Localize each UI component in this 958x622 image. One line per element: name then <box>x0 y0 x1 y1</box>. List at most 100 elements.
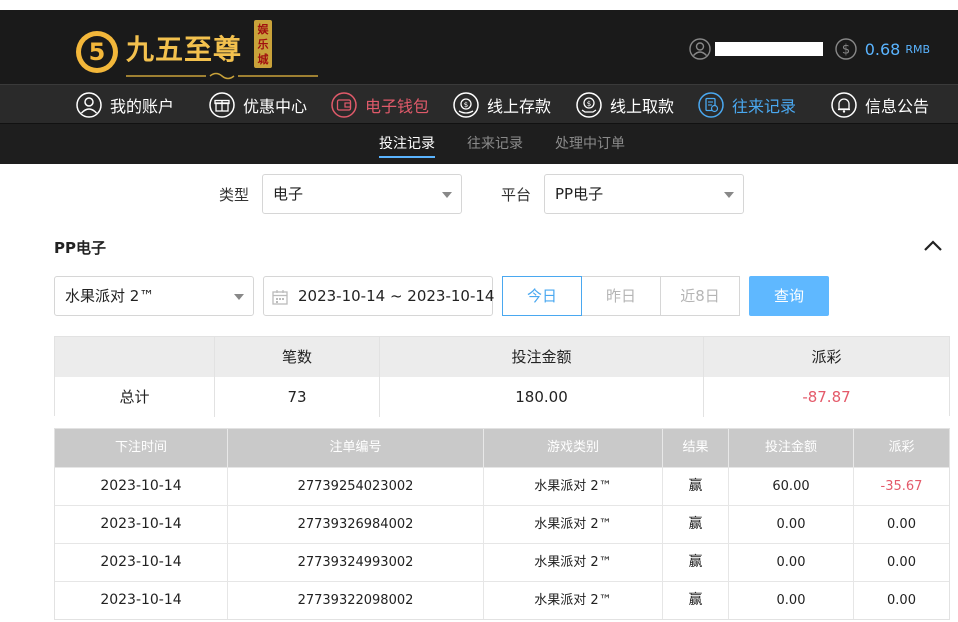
coin-icon: $ <box>834 38 857 60</box>
account-info: $ 0.68 RMB <box>688 36 930 62</box>
tab-pending-orders[interactable]: 处理中订单 <box>555 124 625 164</box>
game-select-value: 水果派对 2™ <box>65 287 155 305</box>
col-header-payout[interactable]: 派彩 <box>854 429 949 467</box>
section-title: PP电子 <box>54 239 106 257</box>
col-header-order-id[interactable]: 注单编号 <box>228 429 484 467</box>
cell-bet-time: 2023-10-14 <box>55 468 228 505</box>
deposit-icon: $ <box>453 92 479 118</box>
table-row[interactable]: 2023-10-14 27739324993002 水果派对 2™ 赢 0.00… <box>55 543 949 581</box>
cell-order-id: 27739324993002 <box>228 544 484 581</box>
withdraw-icon: $ <box>576 92 602 118</box>
username-redacted <box>714 42 823 56</box>
date-range-input[interactable]: 2023-10-14 ~ 2023-10-14 <box>263 276 495 316</box>
user-icon <box>76 92 102 118</box>
cell-game-type: 水果派对 2™ <box>484 544 663 581</box>
svg-text:$: $ <box>842 43 850 58</box>
svg-text:$: $ <box>464 101 468 109</box>
cell-payout: -35.67 <box>880 479 923 494</box>
cell-game-type: 水果派对 2™ <box>484 506 663 543</box>
date-range-value: 2023-10-14 ~ 2023-10-14 <box>298 287 495 305</box>
chevron-down-icon <box>234 294 244 300</box>
cell-result: 赢 <box>663 468 729 505</box>
brand-name: 九五至尊 <box>126 33 243 66</box>
game-select[interactable]: 水果派对 2™ <box>54 276 254 316</box>
summary-count-value: 73 <box>215 377 380 417</box>
calendar-icon <box>272 290 288 305</box>
summary-total-row: 总计 73 180.00 -87.87 <box>55 377 949 417</box>
summary-bet-value: 180.00 <box>380 377 704 417</box>
summary-table: 笔数 投注金额 派彩 总计 73 180.00 -87.87 <box>54 336 950 417</box>
cell-bet-time: 2023-10-14 <box>55 544 228 581</box>
logo-mark-icon: 5 <box>76 31 118 73</box>
quick-yesterday-button[interactable]: 昨日 <box>581 276 661 316</box>
cell-bet-amount: 0.00 <box>729 544 854 581</box>
query-button[interactable]: 查询 <box>749 276 829 316</box>
col-header-result[interactable]: 结果 <box>663 429 729 467</box>
cell-bet-amount: 0.00 <box>729 582 854 619</box>
summary-header-row: 笔数 投注金额 派彩 <box>55 337 949 377</box>
chevron-down-icon <box>724 192 734 198</box>
main-nav: 我的账户 优惠中心 电子钱包 $ 线上存款 $ 线上取款 往来记录 信息公告 <box>0 84 958 124</box>
cell-order-id: 27739254023002 <box>228 468 484 505</box>
cell-game-type: 水果派对 2™ <box>484 468 663 505</box>
nav-transaction-records[interactable]: 往来记录 <box>698 85 796 125</box>
summary-header-count: 笔数 <box>215 337 380 377</box>
nav-my-account[interactable]: 我的账户 <box>76 85 174 125</box>
bell-icon <box>831 92 857 118</box>
col-header-bet-time[interactable]: 下注时间 <box>55 429 228 467</box>
summary-header-bet: 投注金额 <box>380 337 704 377</box>
cell-order-id: 27739326984002 <box>228 506 484 543</box>
cell-bet-amount: 60.00 <box>729 468 854 505</box>
logo-ornament-icon <box>126 72 318 80</box>
cell-payout: 0.00 <box>887 517 916 532</box>
summary-header-payout: 派彩 <box>811 348 842 366</box>
col-header-game-type[interactable]: 游戏类别 <box>484 429 663 467</box>
cell-result: 赢 <box>663 506 729 543</box>
cell-game-type: 水果派对 2™ <box>484 582 663 619</box>
cell-result: 赢 <box>663 582 729 619</box>
type-select[interactable]: 电子 <box>262 174 462 214</box>
summary-header-blank <box>55 337 215 377</box>
tab-bet-records[interactable]: 投注记录 <box>379 124 435 164</box>
summary-payout-value: -87.87 <box>802 388 851 406</box>
balance-currency: RMB <box>905 42 930 56</box>
quick-8days-button[interactable]: 近8日 <box>660 276 740 316</box>
chevron-up-icon[interactable] <box>922 236 944 256</box>
nav-promotions[interactable]: 优惠中心 <box>209 85 307 125</box>
nav-online-withdraw[interactable]: $ 线上取款 <box>576 85 674 125</box>
nav-e-wallet[interactable]: 电子钱包 <box>331 85 429 125</box>
chevron-down-icon <box>442 192 452 198</box>
records-icon <box>698 92 724 118</box>
cell-order-id: 27739322098002 <box>228 582 484 619</box>
quick-today-button[interactable]: 今日 <box>502 276 582 316</box>
quick-date-group: 今日 昨日 近8日 <box>502 276 740 316</box>
records-header-row: 下注时间 注单编号 游戏类别 结果 投注金额 派彩 <box>55 429 949 467</box>
cell-payout: 0.00 <box>887 593 916 608</box>
cell-bet-amount: 0.00 <box>729 506 854 543</box>
svg-text:$: $ <box>587 100 591 108</box>
col-header-bet-amount[interactable]: 投注金额 <box>729 429 854 467</box>
summary-total-label: 总计 <box>55 377 215 417</box>
platform-select-value: PP电子 <box>555 185 604 203</box>
cell-bet-time: 2023-10-14 <box>55 506 228 543</box>
svg-text:5: 5 <box>89 38 106 66</box>
nav-online-deposit[interactable]: $ 线上存款 <box>453 85 551 125</box>
table-row[interactable]: 2023-10-14 27739326984002 水果派对 2™ 赢 0.00… <box>55 505 949 543</box>
brand-seal: 娱乐城 <box>254 20 272 68</box>
platform-label: 平台 <box>501 186 532 204</box>
table-row[interactable]: 2023-10-14 27739254023002 水果派对 2™ 赢 60.0… <box>55 467 949 505</box>
cell-result: 赢 <box>663 544 729 581</box>
type-label: 类型 <box>219 186 250 204</box>
balance-amount: 0.68 <box>864 39 901 59</box>
tab-transaction-records[interactable]: 往来记录 <box>467 124 523 164</box>
platform-select[interactable]: PP电子 <box>544 174 744 214</box>
sub-tabs: 投注记录 往来记录 处理中订单 <box>0 124 958 164</box>
gift-icon <box>209 92 235 118</box>
type-select-value: 电子 <box>273 185 304 203</box>
avatar-icon[interactable] <box>688 38 711 60</box>
cell-payout: 0.00 <box>887 555 916 570</box>
top-bar: 5 九五至尊 娱乐城 $ 0.68 RMB <box>0 0 958 84</box>
records-table: 下注时间 注单编号 游戏类别 结果 投注金额 派彩 2023-10-14 277… <box>54 428 950 620</box>
nav-announcements[interactable]: 信息公告 <box>831 85 929 125</box>
table-row[interactable]: 2023-10-14 27739322098002 水果派对 2™ 赢 0.00… <box>55 581 949 619</box>
